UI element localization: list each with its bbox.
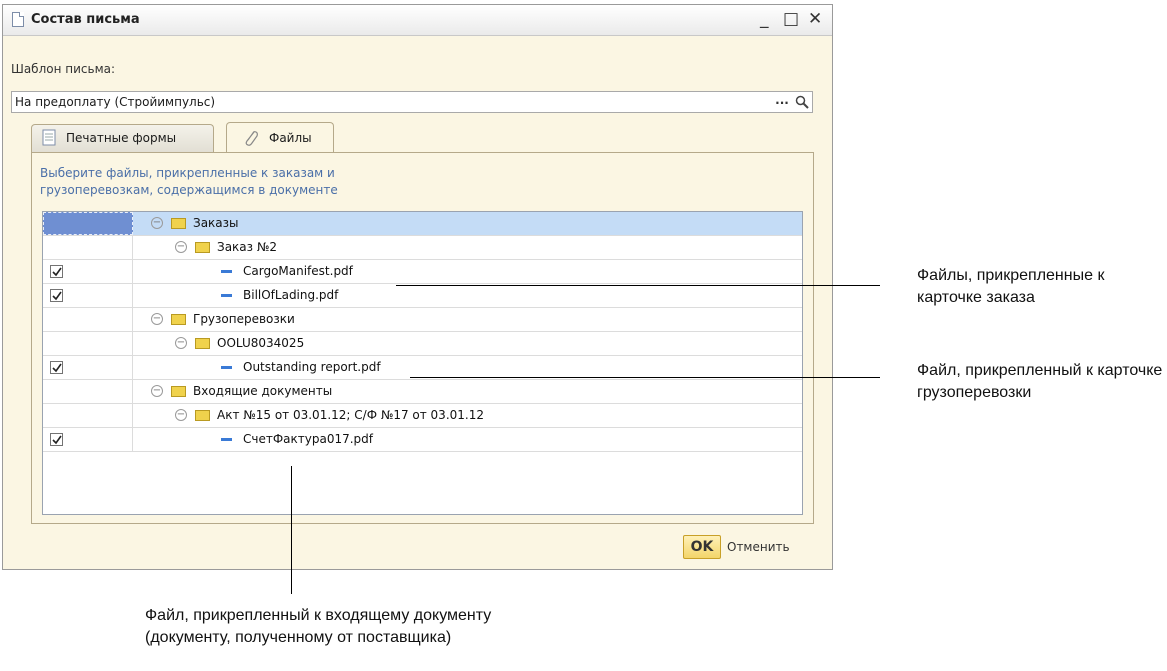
files-tree[interactable]: − Заказы − Заказ №2 CargoManifest.pdf BillOfL… — [42, 211, 803, 515]
close-button[interactable]: ✕ — [808, 8, 822, 30]
check-cell — [43, 308, 133, 331]
check-cell — [43, 212, 133, 235]
tree-row[interactable]: − Входящие документы — [43, 380, 802, 404]
cancel-button[interactable]: Отменить — [727, 540, 790, 554]
annotation-incoming-file: Файл, прикрепленный к входящему документ… — [145, 607, 492, 646]
tab-label: Файлы — [269, 131, 312, 145]
magnifier-icon[interactable] — [793, 93, 811, 111]
file-icon — [221, 438, 232, 441]
check-cell — [43, 260, 133, 283]
tree-row[interactable]: BillOfLading.pdf — [43, 284, 802, 308]
select-button[interactable]: ... — [772, 93, 792, 111]
tree-node-label: Грузоперевозки — [193, 312, 295, 326]
tree-node-label: Заказы — [193, 216, 239, 230]
collapse-icon[interactable]: − — [151, 217, 163, 229]
title-bar[interactable]: Состав письма _ □ ✕ — [3, 5, 832, 36]
tree-row[interactable]: − OOLU8034025 — [43, 332, 802, 356]
folder-icon — [171, 386, 186, 397]
template-value: На предоплату (Стройимпульс) — [15, 95, 216, 109]
tree-row[interactable]: CargoManifest.pdf — [43, 260, 802, 284]
files-hint: Выберите файлы, прикрепленные к заказам … — [40, 166, 338, 197]
check-cell — [43, 380, 133, 403]
checkbox[interactable] — [50, 265, 63, 278]
ok-button[interactable]: OK — [683, 535, 721, 559]
tree-row[interactable]: − Заказы — [43, 212, 802, 236]
annotation-shipment-file: Файл, прикрепленный к карточке грузопере… — [917, 362, 1163, 401]
check-cell — [43, 332, 133, 355]
tree-node-label: Outstanding report.pdf — [243, 360, 381, 374]
check-cell — [43, 404, 133, 427]
maximize-button[interactable]: □ — [783, 8, 799, 30]
template-label: Шаблон письма: — [11, 62, 116, 76]
collapse-icon[interactable]: − — [175, 241, 187, 253]
template-input[interactable]: На предоплату (Стройимпульс) ... — [11, 91, 813, 113]
collapse-icon[interactable]: − — [151, 313, 163, 325]
tab-print-forms[interactable]: Печатные формы — [31, 124, 214, 152]
file-icon — [221, 366, 232, 369]
checkbox[interactable] — [50, 289, 63, 302]
folder-icon — [171, 218, 186, 229]
tree-row[interactable]: СчетФактура017.pdf — [43, 428, 802, 452]
tree-row[interactable]: − Заказ №2 — [43, 236, 802, 260]
file-icon — [221, 270, 232, 273]
window-title: Состав письма — [31, 12, 140, 27]
annotation-order-files: Файлы, прикрепленные к карточке заказа — [917, 267, 1105, 306]
document-icon — [12, 12, 24, 27]
tree-node-label: Акт №15 от 03.01.12; С/Ф №17 от 03.01.12 — [217, 408, 484, 422]
callout-line-order — [396, 285, 880, 286]
tree-node-label: BillOfLading.pdf — [243, 288, 339, 302]
folder-icon — [195, 338, 210, 349]
collapse-icon[interactable]: − — [151, 385, 163, 397]
folder-icon — [195, 242, 210, 253]
check-cell — [43, 236, 133, 259]
file-icon — [221, 294, 232, 297]
tree-row[interactable]: − Акт №15 от 03.01.12; С/Ф №17 от 03.01.1… — [43, 404, 802, 428]
check-cell — [43, 356, 133, 379]
tree-node-label: CargoManifest.pdf — [243, 264, 353, 278]
document-icon — [42, 129, 56, 149]
folder-icon — [195, 410, 210, 421]
check-cell — [43, 284, 133, 307]
tree-row[interactable]: − Грузоперевозки — [43, 308, 802, 332]
tree-node-label: Входящие документы — [193, 384, 333, 398]
tree-node-label: Заказ №2 — [217, 240, 277, 254]
callout-line-incoming — [291, 466, 292, 594]
files-panel: Выберите файлы, прикрепленные к заказам … — [31, 152, 814, 524]
tab-label: Печатные формы — [66, 131, 177, 145]
tree-node-label: OOLU8034025 — [217, 336, 305, 350]
collapse-icon[interactable]: − — [175, 409, 187, 421]
paperclip-icon — [243, 129, 259, 150]
tab-files[interactable]: Файлы — [226, 122, 334, 152]
tree-node-label: СчетФактура017.pdf — [243, 432, 374, 446]
collapse-icon[interactable]: − — [175, 337, 187, 349]
checkbox[interactable] — [50, 361, 63, 374]
minimize-button[interactable]: _ — [760, 8, 769, 30]
dialog-window: Состав письма _ □ ✕ Шаблон письма: На пр… — [2, 4, 833, 570]
checkbox[interactable] — [50, 433, 63, 446]
folder-icon — [171, 314, 186, 325]
callout-line-shipment — [410, 377, 880, 378]
check-cell — [43, 428, 133, 451]
